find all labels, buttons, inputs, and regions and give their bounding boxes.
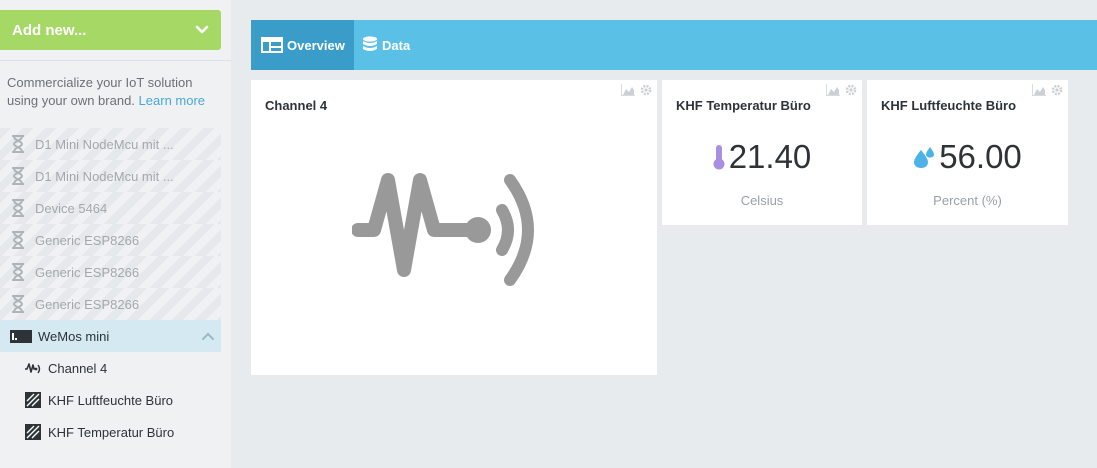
chart-icon[interactable] [1032,84,1046,96]
device-label: Generic ESP8266 [35,232,140,248]
hourglass-icon [12,199,24,217]
device-list: D1 Mini NodeMcu mit ... D1 Mini NodeMcu … [0,128,221,448]
device-item[interactable]: D1 Mini NodeMcu mit ... [0,160,221,192]
device-item[interactable]: Device 5464 [0,192,221,224]
device-item-active[interactable]: WeMos mini [0,320,221,352]
temperature-unit: Celsius [740,193,784,208]
widget-title: KHF Temperatur Büro [676,98,811,113]
droplet-icon [914,147,935,168]
board-icon [10,329,32,343]
add-new-button[interactable]: Add new... [0,10,221,50]
widget-humidity: KHF Luftfeuchte Büro 56.00 Percent (%) [867,80,1068,225]
divider [0,60,231,61]
device-item[interactable]: Generic ESP8266 [0,224,221,256]
widget-title: KHF Luftfeuchte Büro [881,98,1017,113]
hourglass-icon [12,295,24,313]
sensor-icon [25,392,41,408]
promo-text: Commercialize your IoT solution using yo… [7,74,219,110]
sensor-icon [25,424,41,440]
widget-tools [621,84,653,96]
signal-icon [25,363,41,374]
sub-item-label: Channel 4 [48,360,108,376]
hourglass-icon [12,135,24,153]
hourglass-icon [12,263,24,281]
widget-title: Channel 4 [265,98,328,113]
humidity-value: 56.00 [939,138,1022,175]
sidebar: Add new... Commercialize your IoT soluti… [0,0,231,468]
chevron-down-icon [195,25,209,34]
device-label: D1 Mini NodeMcu mit ... [35,136,174,152]
device-label: D1 Mini NodeMcu mit ... [35,168,174,184]
database-icon [363,36,377,51]
tab-data[interactable]: Data [362,20,410,70]
widget-tools [826,84,858,96]
device-label: WeMos mini [38,328,110,344]
humidity-unit: Percent (%) [933,193,1002,208]
learn-more-link[interactable]: Learn more [139,93,205,108]
device-item[interactable]: Generic ESP8266 [0,288,221,320]
chevron-up-icon[interactable] [201,331,215,341]
widget-value-row: 21.40 [662,138,862,176]
device-label: Generic ESP8266 [35,296,140,312]
add-new-label: Add new... [12,21,87,39]
gear-icon[interactable] [639,84,653,96]
sub-item-channel[interactable]: Channel 4 [0,352,221,384]
tab-overview-label: Overview [287,37,345,53]
widget-temperature: KHF Temperatur Büro 21.40 Celsius [662,80,862,225]
dashboard-icon [261,37,283,53]
hourglass-icon [12,231,24,249]
chart-icon[interactable] [826,84,840,96]
widget-channel: Channel 4 [251,80,657,375]
tab-overview[interactable]: Overview [251,20,354,70]
gear-icon[interactable] [844,84,858,96]
sub-item-label: KHF Luftfeuchte Büro [48,392,174,408]
sub-item-label: KHF Temperatur Büro [48,424,175,440]
device-item[interactable]: D1 Mini NodeMcu mit ... [0,128,221,160]
channel-signal-icon [352,173,534,286]
hourglass-icon [12,167,24,185]
device-item[interactable]: Generic ESP8266 [0,256,221,288]
tab-bar: Overview Data [251,20,1097,70]
temperature-value: 21.40 [728,138,812,175]
tab-data-label: Data [382,37,411,53]
sub-item-temperature[interactable]: KHF Temperatur Büro [0,416,221,448]
sub-item-humidity[interactable]: KHF Luftfeuchte Büro [0,384,221,416]
gear-icon[interactable] [1050,84,1064,96]
device-label: Device 5464 [35,200,108,216]
chart-icon[interactable] [621,84,635,96]
widget-value-row: 56.00 [867,138,1068,176]
widget-tools [1032,84,1064,96]
thermometer-icon [713,145,725,170]
device-label: Generic ESP8266 [35,264,140,280]
